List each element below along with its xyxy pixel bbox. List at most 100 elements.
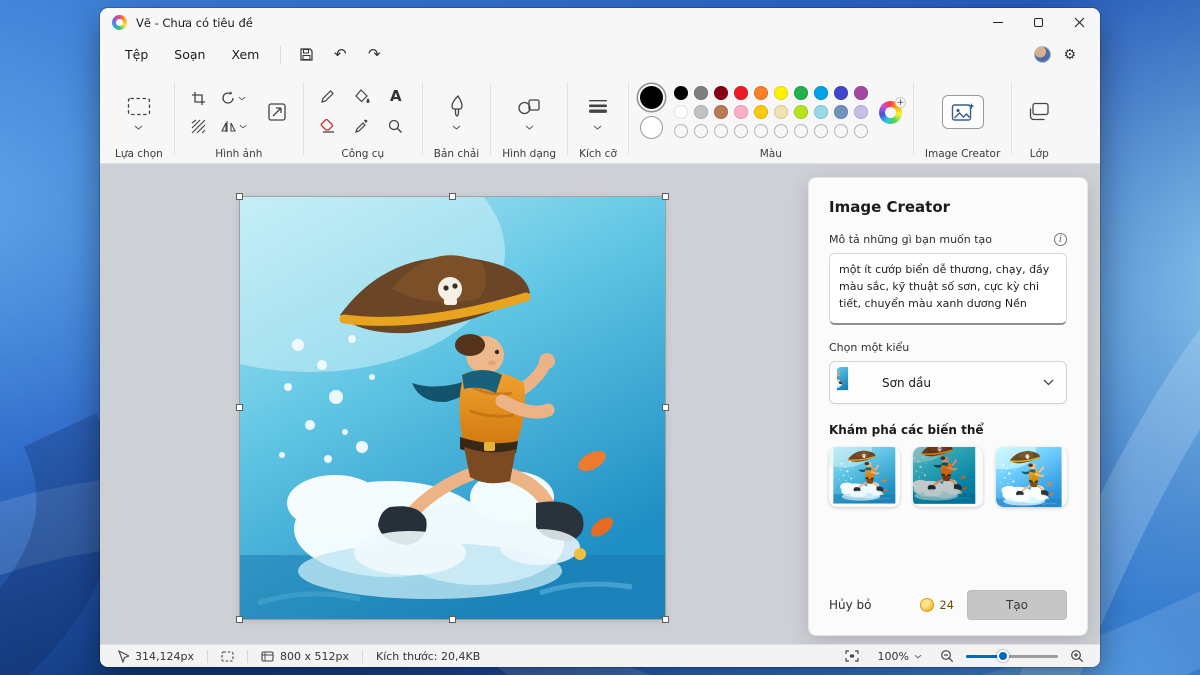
pencil-tool-button[interactable]: [315, 84, 341, 108]
shapes-dropdown-chevron[interactable]: [525, 125, 534, 130]
rotate-button[interactable]: [216, 86, 252, 110]
palette-swatch[interactable]: [774, 86, 788, 100]
empty-palette-slot[interactable]: [674, 124, 688, 138]
size-button[interactable]: [585, 94, 611, 118]
palette-swatch[interactable]: [814, 86, 828, 100]
selection-handle[interactable]: [236, 193, 243, 200]
selection-handle[interactable]: [449, 193, 456, 200]
empty-palette-slot[interactable]: [734, 124, 748, 138]
cancel-button[interactable]: Hủy bỏ: [829, 592, 886, 618]
layers-icon: [1028, 102, 1050, 122]
fill-tool-button[interactable]: [349, 84, 375, 108]
status-bar: 314,124px 800 x 512px Kích thước: 20,4KB: [100, 644, 1100, 667]
zoom-slider-thumb[interactable]: [997, 650, 1009, 662]
undo-button[interactable]: ↶: [325, 42, 355, 68]
menu-view[interactable]: Xem: [220, 42, 270, 67]
canvas-area[interactable]: Image Creator Mô tả những gì bạn muốn tạ…: [100, 164, 1100, 644]
palette-swatch[interactable]: [714, 105, 728, 119]
empty-palette-slot[interactable]: [834, 124, 848, 138]
shapes-button[interactable]: [516, 94, 542, 118]
empty-palette-slot[interactable]: [854, 124, 868, 138]
image-creator-button[interactable]: [942, 95, 984, 129]
palette-swatch[interactable]: [774, 105, 788, 119]
primary-color-swatch[interactable]: [640, 86, 663, 109]
variant-thumbnail-2[interactable]: [913, 447, 984, 507]
statusbar-divider: [362, 650, 363, 663]
maximize-button[interactable]: [1018, 8, 1059, 37]
ribbon-divider: [913, 82, 914, 155]
close-button[interactable]: [1059, 8, 1100, 37]
eraser-tool-button[interactable]: [315, 114, 341, 138]
layers-button[interactable]: [1023, 97, 1055, 127]
crop-button[interactable]: [186, 86, 212, 110]
fit-to-screen-button[interactable]: [840, 647, 864, 665]
zoom-slider[interactable]: [966, 649, 1058, 663]
empty-palette-slot[interactable]: [774, 124, 788, 138]
selection-handle[interactable]: [662, 404, 669, 411]
selection-handle[interactable]: [662, 193, 669, 200]
zoom-out-button[interactable]: [936, 647, 958, 665]
secondary-color-swatch[interactable]: [640, 116, 663, 139]
titlebar[interactable]: Vẽ - Chưa có tiêu đề: [100, 8, 1100, 37]
settings-gear-icon[interactable]: ⚙: [1063, 47, 1076, 63]
selection-handle[interactable]: [236, 404, 243, 411]
selection-tool-button[interactable]: [126, 94, 152, 118]
ribbon-divider: [1011, 82, 1012, 155]
prompt-input[interactable]: một ít cướp biển dễ thương, chạy, đầy mà…: [829, 253, 1067, 325]
brushes-dropdown-chevron[interactable]: [452, 125, 461, 130]
menu-file[interactable]: Tệp: [114, 42, 159, 67]
palette-swatch[interactable]: [794, 86, 808, 100]
empty-palette-slot[interactable]: [694, 124, 708, 138]
minimize-button[interactable]: [977, 8, 1018, 37]
palette-swatch[interactable]: [814, 105, 828, 119]
empty-palette-slot[interactable]: [814, 124, 828, 138]
empty-palette-slot[interactable]: [794, 124, 808, 138]
variant-thumbnail-3[interactable]: [996, 447, 1067, 507]
magnifier-tool-button[interactable]: [383, 114, 409, 138]
palette-swatch[interactable]: [754, 86, 768, 100]
info-icon[interactable]: i: [1054, 233, 1067, 246]
size-dropdown-chevron[interactable]: [593, 125, 602, 130]
empty-palette-slot[interactable]: [754, 124, 768, 138]
selection-handle[interactable]: [662, 616, 669, 623]
select-all-button[interactable]: [186, 114, 212, 138]
palette-swatch[interactable]: [694, 105, 708, 119]
save-button[interactable]: [291, 42, 321, 68]
palette-swatch[interactable]: [854, 105, 868, 119]
canvas-selected-image[interactable]: [240, 197, 665, 619]
empty-palette-slot[interactable]: [714, 124, 728, 138]
text-tool-button[interactable]: A: [383, 84, 409, 108]
palette-swatch[interactable]: [674, 105, 688, 119]
palette-swatch[interactable]: [834, 105, 848, 119]
palette-swatch[interactable]: [694, 86, 708, 100]
undo-icon: ↶: [334, 47, 347, 62]
palette-swatch[interactable]: [714, 86, 728, 100]
account-avatar[interactable]: [1034, 46, 1051, 63]
palette-swatch[interactable]: [834, 86, 848, 100]
palette-swatch[interactable]: [734, 105, 748, 119]
zoom-in-button[interactable]: [1066, 647, 1088, 665]
ribbon-divider: [174, 82, 175, 155]
palette-swatch[interactable]: [674, 86, 688, 100]
edit-colors-wheel[interactable]: +: [879, 101, 902, 124]
variant-thumbnail-1[interactable]: [829, 447, 900, 507]
palette-swatch[interactable]: [854, 86, 868, 100]
menu-edit[interactable]: Soạn: [163, 42, 216, 67]
color-picker-tool-button[interactable]: [349, 114, 375, 138]
style-dropdown[interactable]: Sơn dầu: [829, 361, 1067, 404]
flip-button[interactable]: [216, 114, 252, 138]
palette-swatch[interactable]: [754, 105, 768, 119]
selection-handle[interactable]: [449, 616, 456, 623]
zoom-level-dropdown[interactable]: 100%: [872, 648, 928, 665]
resize-button[interactable]: [262, 97, 292, 127]
brushes-button[interactable]: [444, 94, 470, 118]
paint-window: Vẽ - Chưa có tiêu đề Tệp Soạn Xem: [100, 8, 1100, 667]
ribbon-divider: [628, 82, 629, 155]
palette-swatch[interactable]: [794, 105, 808, 119]
desktop-wallpaper: Vẽ - Chưa có tiêu đề Tệp Soạn Xem: [0, 0, 1200, 675]
create-button[interactable]: Tạo: [967, 590, 1067, 620]
palette-swatch[interactable]: [734, 86, 748, 100]
redo-button[interactable]: ↷: [359, 42, 389, 68]
selection-dropdown-chevron[interactable]: [134, 125, 143, 130]
selection-handle[interactable]: [236, 616, 243, 623]
